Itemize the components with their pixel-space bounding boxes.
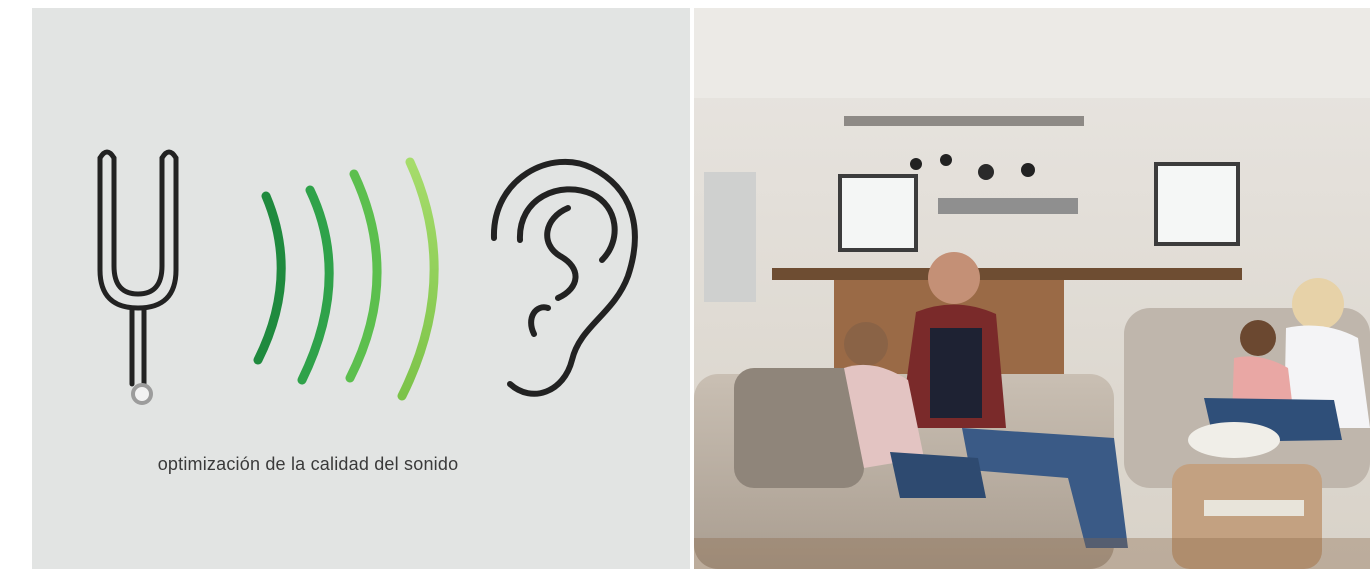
- sound-quality-panel: optimización de la calidad del sonido: [32, 8, 690, 569]
- fork-tip-icon: [131, 383, 153, 405]
- tuning-fork-icon: [97, 149, 179, 387]
- sound-illustration: [97, 149, 638, 405]
- ear-icon: [490, 158, 638, 397]
- family-living-room-photo: [694, 8, 1370, 569]
- sound-waves-icon: [253, 157, 439, 401]
- caption-text: optimización de la calidad del sonido: [157, 454, 459, 474]
- photo-scene: [694, 8, 1370, 569]
